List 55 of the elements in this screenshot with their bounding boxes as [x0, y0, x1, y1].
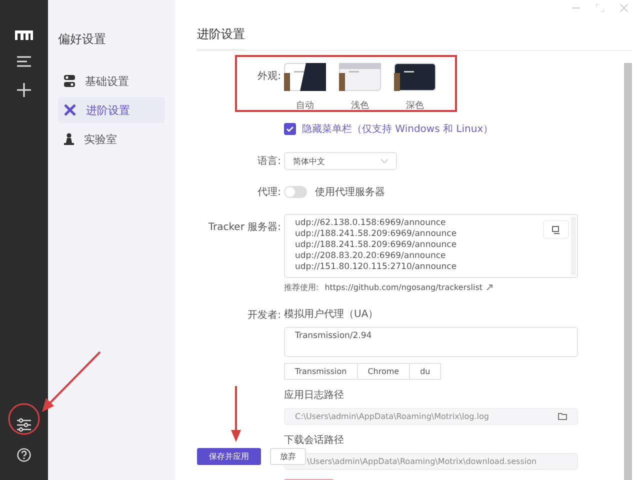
- annotation-arrow: [231, 386, 241, 442]
- sidebar-item[interactable]: 基础设置: [58, 68, 165, 94]
- copy-button[interactable]: [543, 220, 569, 239]
- chess-pawn-icon: [64, 133, 74, 145]
- logo-icon[interactable]: [15, 30, 33, 40]
- sidebar-item[interactable]: 进阶设置: [58, 97, 165, 123]
- toggle-switches-icon: [64, 75, 75, 87]
- folder-icon[interactable]: [558, 413, 567, 420]
- checkbox-label[interactable]: 隐藏菜单栏（仅支持 Windows 和 Linux）: [302, 122, 494, 136]
- sidebar-item[interactable]: 实验室: [58, 126, 165, 152]
- theme-label[interactable]: 浅色: [351, 99, 369, 112]
- settings-sliders-icon[interactable]: [17, 418, 31, 432]
- user-agent-label: 模拟用户代理（UA）: [284, 308, 380, 321]
- wrench-icon: [64, 104, 76, 116]
- user-agent-preset-button[interactable]: Transmission: [284, 363, 358, 380]
- user-agent-textarea[interactable]: Transmission/2.94: [284, 327, 578, 357]
- tracker-line: udp://62.138.0.158:6969/announce: [295, 218, 446, 229]
- hint-label: 推荐使用:: [284, 282, 319, 293]
- language-label: 语言:: [256, 154, 282, 168]
- tracker-textarea[interactable]: udp://62.138.0.158:6969/announce udp://188.241.58.209:6969/announce udp://188.241.58.209:6969/announce udp://208.83.20.20:6969/announce udp://151.80.120.115:2710/announce: [284, 214, 578, 278]
- theme-thumbnail[interactable]: [394, 63, 436, 91]
- page-title: 进阶设置: [197, 16, 245, 50]
- proxy-label: 代理:: [256, 186, 282, 199]
- save-apply-button[interactable]: 保存并应用: [197, 448, 261, 465]
- trackers-link[interactable]: https://github.com/ngosang/trackerslist: [324, 283, 493, 292]
- tracker-line: udp://188.241.58.209:6969/announce: [295, 229, 457, 240]
- help-icon[interactable]: [17, 448, 31, 462]
- sidebar-title: 偏好设置: [58, 31, 106, 48]
- tracker-label: Tracker 服务器:: [207, 221, 282, 234]
- tracker-line: udp://188.241.58.209:6969/announce: [295, 240, 457, 251]
- theme-label[interactable]: 自动: [296, 99, 314, 112]
- plus-icon[interactable]: [17, 83, 31, 97]
- theme-thumbnail[interactable]: [339, 63, 381, 91]
- proxy-toggle-label: 使用代理服务器: [315, 186, 385, 199]
- theme-label[interactable]: 深色: [406, 99, 424, 112]
- discard-button[interactable]: 放弃: [270, 448, 306, 465]
- user-agent-preset-button[interactable]: Chrome: [356, 363, 410, 380]
- log-path-label: 应用日志路径: [284, 388, 345, 402]
- checkbox[interactable]: [284, 123, 296, 135]
- user-agent-preset-button[interactable]: du: [409, 363, 442, 380]
- tracker-line: udp://208.83.20.20:6969/announce: [295, 251, 446, 262]
- proxy-toggle[interactable]: [284, 186, 307, 198]
- language-select[interactable]: 简体中文: [284, 152, 397, 170]
- annotation-arrow: [42, 351, 101, 412]
- copy-icon: [552, 226, 560, 234]
- link-icon: [486, 284, 493, 291]
- highlight-circle: [8, 403, 40, 435]
- tracker-line: udp://151.80.120.115:2710/announce: [295, 262, 457, 273]
- theme-thumbnail[interactable]: [284, 63, 326, 91]
- appearance-label: 外观:: [256, 70, 282, 83]
- checkmark-icon: [286, 125, 294, 133]
- developer-label: 开发者:: [246, 308, 282, 322]
- menu-icon[interactable]: [17, 56, 31, 67]
- scrollbar[interactable]: [624, 63, 632, 480]
- session-path-label: 下载会话路径: [284, 434, 345, 447]
